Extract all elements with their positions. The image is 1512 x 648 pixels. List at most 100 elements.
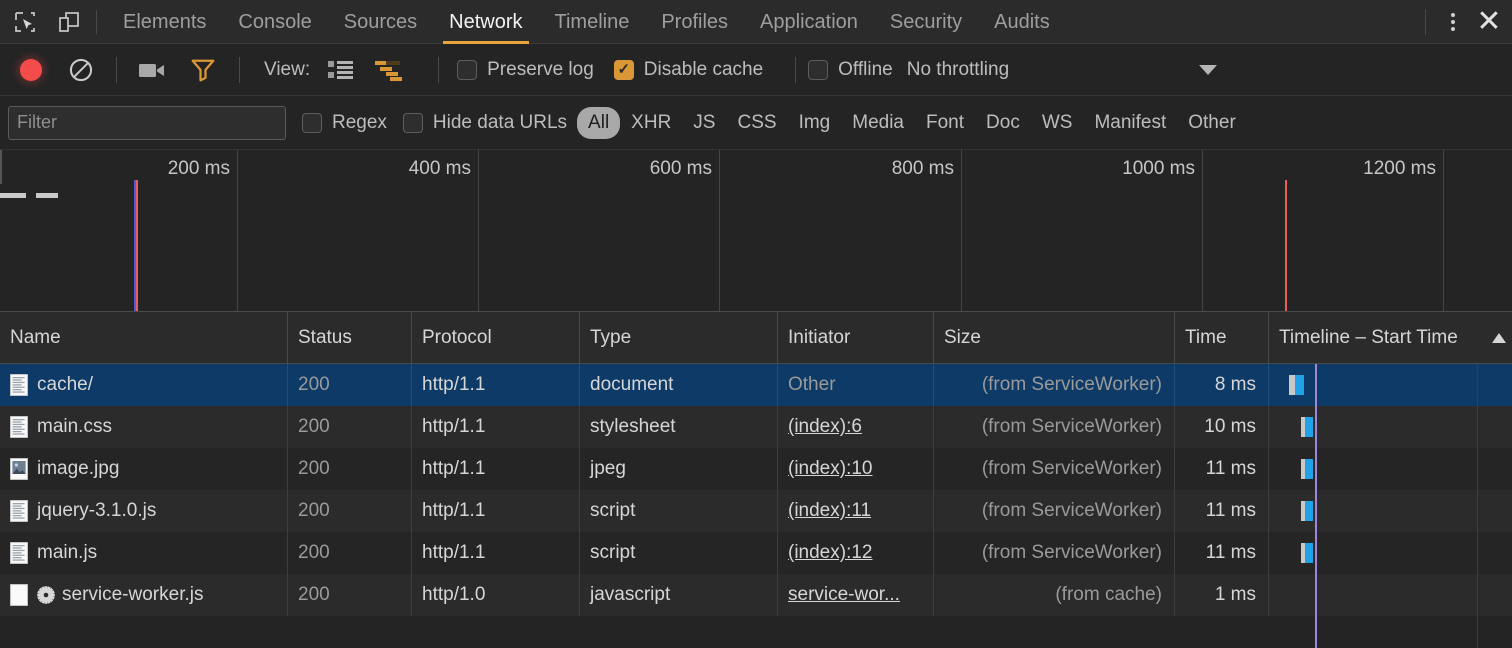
column-header-size[interactable]: Size bbox=[934, 312, 1175, 363]
tab-profiles[interactable]: Profiles bbox=[645, 0, 744, 44]
initiator-link[interactable]: (index):6 bbox=[788, 416, 862, 438]
filter-type-img[interactable]: Img bbox=[788, 107, 842, 139]
cell-name[interactable]: cache/ bbox=[0, 364, 288, 406]
column-header-label: Type bbox=[590, 326, 632, 348]
cell-name[interactable]: main.js bbox=[0, 532, 288, 574]
device-toolbar-icon[interactable] bbox=[50, 5, 88, 39]
network-overview-timeline[interactable]: 200 ms 400 ms 600 ms 800 ms 1000 ms 1200 ms bbox=[0, 150, 1512, 312]
filter-type-doc[interactable]: Doc bbox=[975, 107, 1031, 139]
column-header-label: Timeline – Start Time bbox=[1279, 326, 1458, 348]
tab-network[interactable]: Network bbox=[433, 0, 538, 44]
chevron-down-icon[interactable] bbox=[1199, 64, 1218, 75]
column-header-timeline-start-time[interactable]: Timeline – Start Time bbox=[1269, 312, 1512, 363]
network-filter-bar: Regex Hide data URLs All XHR JS CSS Img … bbox=[0, 96, 1512, 150]
devtools-tabbar: Elements Console Sources Network Timelin… bbox=[0, 0, 1512, 44]
filter-type-manifest[interactable]: Manifest bbox=[1083, 107, 1177, 139]
cell-status: 200 bbox=[288, 532, 412, 574]
cell-type: document bbox=[580, 364, 778, 406]
table-row[interactable]: main.js 200 http/1.1 script (index):12 (from … bbox=[0, 532, 1512, 574]
hide-data-urls-checkbox[interactable]: Hide data URLs bbox=[402, 111, 568, 134]
preserve-log-checkbox[interactable]: Preserve log bbox=[457, 59, 594, 81]
table-row[interactable]: cache/200 http/1.1 document Other (from Serv… bbox=[0, 364, 1512, 406]
column-header-name[interactable]: Name bbox=[0, 312, 288, 363]
initiator-link[interactable]: service-wor... bbox=[788, 584, 900, 606]
clear-icon[interactable] bbox=[64, 53, 98, 87]
tab-sources[interactable]: Sources bbox=[328, 0, 433, 44]
waterfall-view-icon[interactable] bbox=[372, 56, 406, 84]
cell-time-text: 8 ms bbox=[1214, 374, 1256, 395]
cell-protocol-text: http/1.1 bbox=[422, 542, 486, 563]
table-row[interactable]: image.jpg 200 http/1.1 jpeg (index):10 (from … bbox=[0, 448, 1512, 490]
waterfall-download-bar bbox=[1295, 375, 1304, 395]
tab-elements[interactable]: Elements bbox=[107, 0, 222, 44]
tab-security[interactable]: Security bbox=[874, 0, 978, 44]
cell-protocol-text: http/1.1 bbox=[422, 374, 486, 395]
column-header-label: Size bbox=[944, 326, 981, 348]
filter-input[interactable] bbox=[8, 105, 286, 140]
throttling-select[interactable]: No throttling bbox=[907, 59, 1009, 81]
cell-size-text: (from ServiceWorker) bbox=[981, 542, 1162, 563]
offline-box[interactable] bbox=[808, 59, 829, 80]
regex-checkbox[interactable]: Regex bbox=[302, 112, 387, 134]
disable-cache-checkbox[interactable]: Disable cache bbox=[613, 59, 763, 81]
filter-type-ws[interactable]: WS bbox=[1031, 107, 1084, 139]
inspect-element-icon[interactable] bbox=[6, 5, 44, 39]
more-options-icon[interactable] bbox=[1440, 7, 1466, 37]
overview-gridline bbox=[1443, 150, 1444, 311]
initiator-link[interactable]: (index):11 bbox=[788, 500, 871, 522]
tab-console[interactable]: Console bbox=[222, 0, 327, 44]
requests-table-body[interactable]: cache/200 http/1.1 document Other (from Serv… bbox=[0, 364, 1512, 648]
funnel-icon[interactable] bbox=[185, 54, 221, 86]
record-button[interactable] bbox=[20, 58, 42, 81]
cell-time: 11 ms bbox=[1175, 532, 1269, 574]
column-header-label: Time bbox=[1185, 326, 1227, 348]
column-header-time[interactable]: Time bbox=[1175, 312, 1269, 363]
filter-type-js[interactable]: JS bbox=[682, 107, 726, 139]
cell-protocol: http/1.1 bbox=[412, 406, 580, 448]
initiator-link[interactable]: (index):12 bbox=[788, 542, 873, 564]
cell-type-text: stylesheet bbox=[590, 416, 676, 437]
tab-audits[interactable]: Audits bbox=[978, 0, 1066, 44]
offline-checkbox[interactable]: Offline bbox=[808, 59, 893, 81]
cell-name[interactable]: image.jpg bbox=[0, 448, 288, 490]
regex-box[interactable] bbox=[302, 112, 322, 133]
cell-status: 200 bbox=[288, 364, 412, 406]
filter-type-font[interactable]: Font bbox=[915, 107, 975, 139]
cell-initiator[interactable]: (index):12 bbox=[778, 532, 934, 574]
cell-initiator[interactable]: (index):11 bbox=[778, 490, 934, 532]
disable-cache-box[interactable] bbox=[613, 59, 634, 80]
cell-name[interactable]: main.css bbox=[0, 406, 288, 448]
list-view-icon[interactable] bbox=[324, 56, 358, 84]
table-row[interactable]: jquery-3.1.0.js 200 http/1.1 script (index):… bbox=[0, 490, 1512, 532]
sort-ascending-icon bbox=[1492, 332, 1506, 343]
cell-time-text: 11 ms bbox=[1205, 500, 1256, 521]
cell-name[interactable]: service-worker.js bbox=[0, 574, 288, 616]
column-header-status[interactable]: Status bbox=[288, 312, 412, 363]
column-header-type[interactable]: Type bbox=[580, 312, 778, 363]
tabbar-right-divider bbox=[1425, 8, 1426, 35]
tab-application[interactable]: Application bbox=[744, 0, 874, 44]
tab-timeline[interactable]: Timeline bbox=[539, 0, 646, 44]
camera-icon[interactable] bbox=[135, 55, 171, 85]
cell-initiator[interactable]: (index):10 bbox=[778, 448, 934, 490]
cell-name[interactable]: jquery-3.1.0.js bbox=[0, 490, 288, 532]
filter-type-media[interactable]: Media bbox=[841, 107, 915, 139]
toolbar-divider-2 bbox=[239, 56, 240, 83]
initiator-text: Other bbox=[788, 374, 836, 395]
cell-initiator[interactable]: service-wor... bbox=[778, 574, 934, 616]
initiator-link[interactable]: (index):10 bbox=[788, 458, 873, 480]
close-icon[interactable]: ✕ bbox=[1466, 0, 1512, 44]
overview-tick-label-2: 600 ms bbox=[649, 158, 712, 179]
filter-type-other[interactable]: Other bbox=[1177, 107, 1247, 139]
table-row[interactable]: main.css 200 http/1.1 stylesheet (index):6 (f… bbox=[0, 406, 1512, 448]
preserve-log-box[interactable] bbox=[457, 59, 478, 80]
table-row[interactable]: service-worker.js 200 http/1.0 javascript se… bbox=[0, 574, 1512, 616]
filter-type-all[interactable]: All bbox=[577, 106, 621, 139]
column-header-initiator[interactable]: Initiator bbox=[778, 312, 934, 363]
hide-data-urls-box[interactable] bbox=[402, 112, 423, 133]
filter-type-css[interactable]: CSS bbox=[726, 107, 787, 139]
hide-data-urls-label: Hide data URLs bbox=[432, 111, 568, 133]
filter-type-xhr[interactable]: XHR bbox=[620, 107, 682, 139]
column-header-protocol[interactable]: Protocol bbox=[412, 312, 580, 363]
cell-initiator[interactable]: (index):6 bbox=[778, 406, 934, 448]
